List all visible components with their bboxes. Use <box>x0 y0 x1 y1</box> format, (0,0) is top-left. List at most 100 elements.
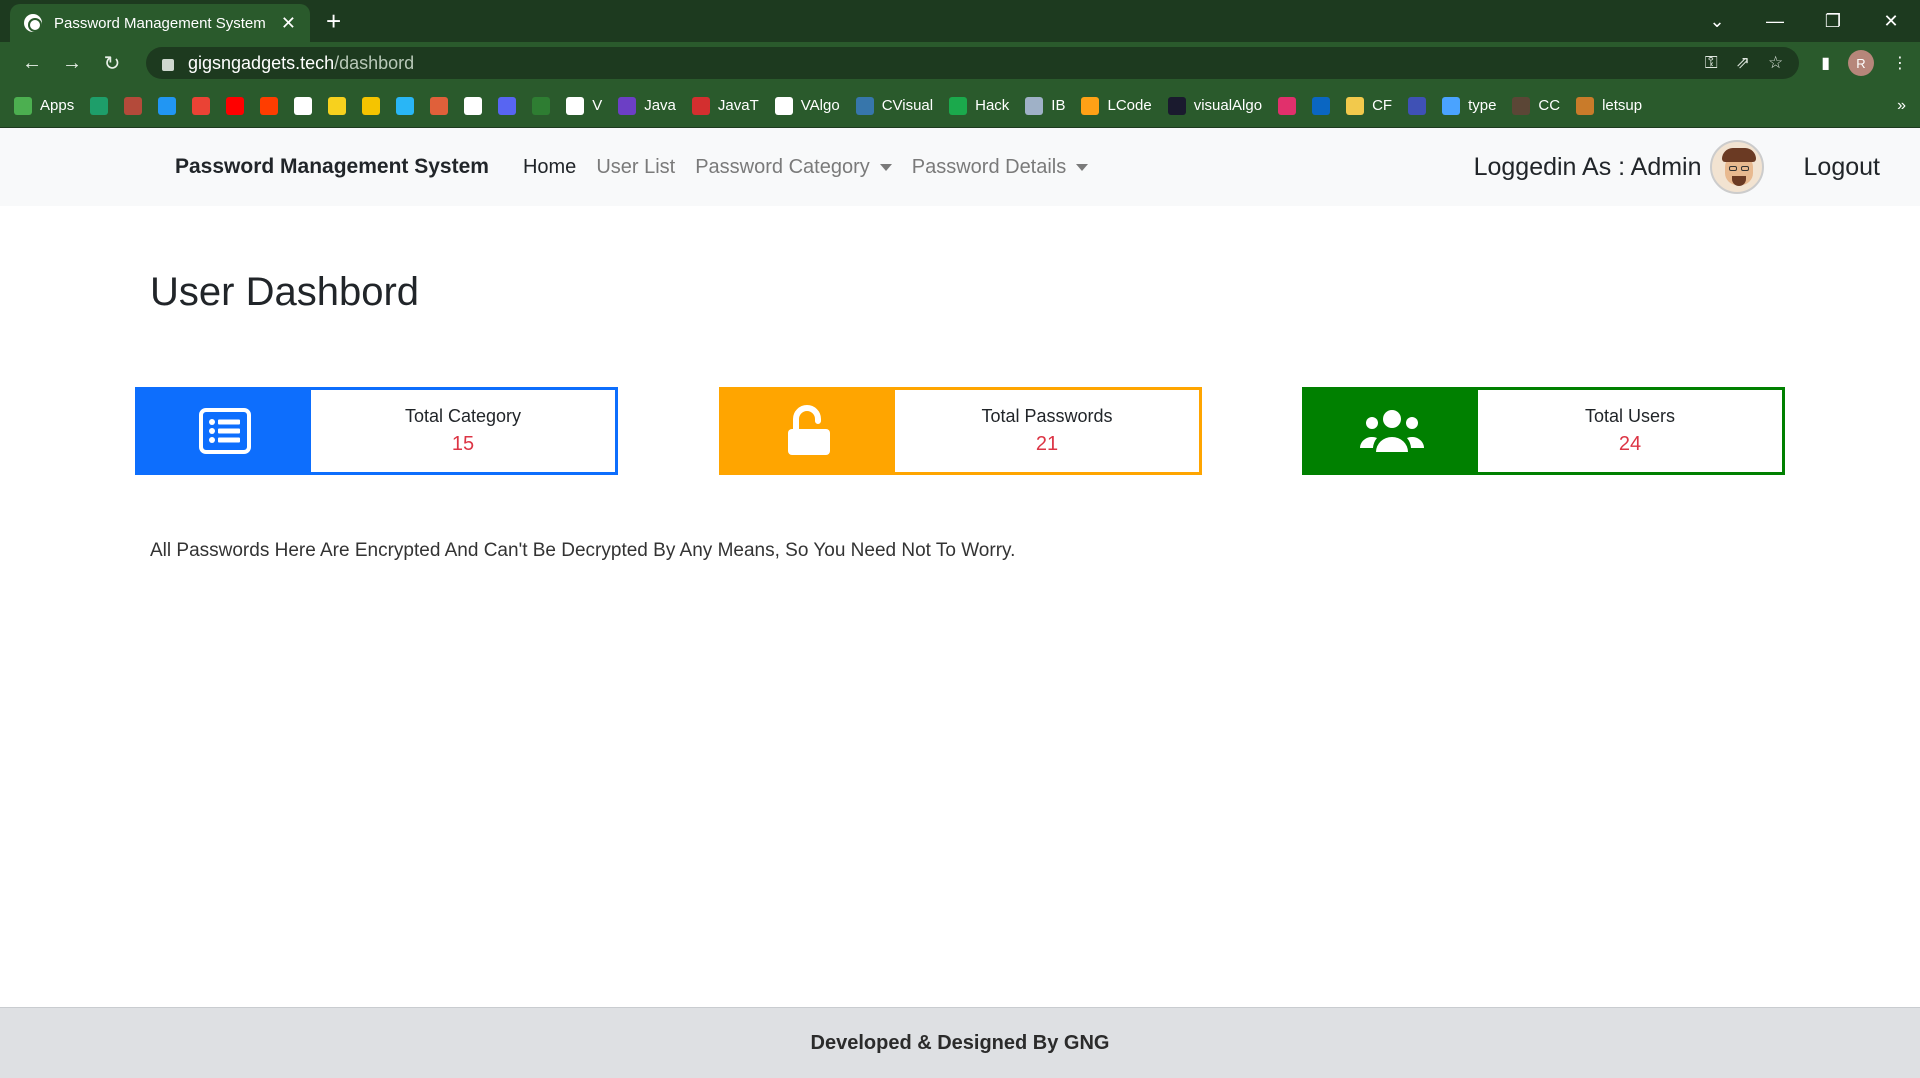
bookmark-item[interactable] <box>294 96 313 115</box>
bookmark-item[interactable]: Hack <box>949 96 1009 115</box>
bookmark-icon <box>294 96 313 115</box>
bookmark-icon <box>498 96 517 115</box>
bookmark-item[interactable]: CF <box>1346 96 1393 115</box>
bookmark-icon <box>260 96 279 115</box>
url-host: gigsngadgets.tech <box>188 52 335 73</box>
bookmark-item[interactable]: letsup <box>1576 96 1642 115</box>
close-tab-icon[interactable]: ✕ <box>281 13 296 34</box>
bookmark-item[interactable]: Apps <box>14 96 74 115</box>
logged-in-label: Loggedin As : Admin <box>1473 152 1702 181</box>
bookmark-item[interactable]: CVisual <box>855 96 934 115</box>
bookmark-item[interactable] <box>430 96 449 115</box>
side-panel-icon[interactable]: ▮ <box>1821 53 1830 73</box>
bookmark-item[interactable] <box>1312 96 1331 115</box>
bookmark-item[interactable] <box>226 96 245 115</box>
address-bar[interactable]: gigsngadgets.tech/dashbord ⚿ ⇗ ☆ <box>146 47 1800 79</box>
logout-link[interactable]: Logout <box>1804 153 1880 182</box>
star-icon[interactable]: ☆ <box>1768 53 1783 73</box>
profile-avatar[interactable]: R <box>1848 50 1874 76</box>
bookmark-icon <box>566 96 585 115</box>
bookmark-item[interactable] <box>1408 96 1427 115</box>
bookmark-item[interactable] <box>362 96 381 115</box>
minimize-button[interactable]: — <box>1746 11 1804 32</box>
card-label: Total Passwords <box>981 406 1113 426</box>
bookmark-item[interactable]: JavaT <box>691 96 759 115</box>
window-controls: ⌄ — ❐ ✕ <box>1688 0 1920 42</box>
bookmark-item[interactable] <box>192 96 211 115</box>
card-value: 24 <box>1618 433 1642 455</box>
bookmark-item[interactable] <box>396 96 415 115</box>
encryption-note: All Passwords Here Are Encrypted And Can… <box>150 540 1016 561</box>
bookmark-label: LCode <box>1107 97 1152 114</box>
menu-icon[interactable]: ⋮ <box>1892 53 1908 73</box>
bookmarks-bar: Apps V Java JavaT VAlgo CVisual Hack IB LCode vis… <box>0 84 1920 128</box>
bookmark-item[interactable]: LCode <box>1081 96 1152 115</box>
reload-button[interactable]: ↻ <box>92 51 132 76</box>
bookmark-item[interactable] <box>328 96 347 115</box>
bookmark-label: CVisual <box>881 97 934 114</box>
bookmark-item[interactable]: IB <box>1025 96 1065 115</box>
total-category-card: Total Category 15 <box>135 387 618 475</box>
bookmark-label: CF <box>1372 97 1393 114</box>
chevron-down-icon <box>1076 163 1089 171</box>
bookmark-item[interactable] <box>260 96 279 115</box>
bookmark-icon <box>1312 96 1331 115</box>
bookmark-item[interactable] <box>532 96 551 115</box>
brand-link[interactable]: Password Management System <box>175 155 489 179</box>
card-label: Total Users <box>1584 406 1676 426</box>
bookmark-item[interactable]: V <box>566 96 602 115</box>
forward-button[interactable]: → <box>52 52 92 75</box>
nav-home[interactable]: Home <box>523 156 576 179</box>
lock-icon <box>162 59 174 71</box>
avatar[interactable] <box>1709 140 1764 194</box>
bookmark-item[interactable]: Java <box>618 96 676 115</box>
bookmark-item[interactable] <box>90 96 109 115</box>
bookmark-item[interactable] <box>498 96 517 115</box>
card-icon-box <box>722 390 895 472</box>
bookmark-item[interactable]: type <box>1442 96 1497 115</box>
card-icon-box <box>1305 390 1478 472</box>
card-icon-box <box>138 390 311 472</box>
share-icon[interactable]: ⇗ <box>1736 53 1750 73</box>
bookmark-icon <box>226 96 245 115</box>
bookmark-item[interactable]: CC <box>1512 96 1561 115</box>
footer-text: Developed & Designed By GNG <box>810 1031 1110 1054</box>
bookmark-icon <box>158 96 177 115</box>
bookmarks-overflow-button[interactable]: » <box>1897 97 1906 115</box>
browser-tab[interactable]: Password Management System ✕ <box>10 4 310 42</box>
nav-user-list[interactable]: User List <box>596 156 675 179</box>
bookmark-label: type <box>1468 97 1497 114</box>
bookmark-item[interactable]: VAlgo <box>774 96 840 115</box>
browser-tab-bar: Password Management System ✕ + ⌄ — ❐ ✕ <box>0 0 1920 42</box>
bookmark-icon <box>1278 96 1297 115</box>
bookmark-item[interactable] <box>124 96 143 115</box>
back-button[interactable]: ← <box>12 52 52 75</box>
bookmark-item[interactable] <box>1278 96 1297 115</box>
bookmark-icon <box>1408 96 1427 115</box>
stat-cards: Total Category 15 Total Passwords 21 Tot… <box>135 387 1785 475</box>
bookmark-item[interactable]: visualAlgo <box>1167 96 1262 115</box>
key-icon[interactable]: ⚿ <box>1705 53 1718 73</box>
bookmark-icon <box>532 96 551 115</box>
close-window-button[interactable]: ✕ <box>1862 11 1920 32</box>
site-navbar: Password Management System Home User Lis… <box>0 128 1920 206</box>
bookmark-icon <box>192 96 211 115</box>
new-tab-button[interactable]: + <box>326 6 341 37</box>
bookmark-icon <box>124 96 143 115</box>
bookmark-label: CC <box>1538 97 1561 114</box>
users-icon <box>1359 410 1424 452</box>
nav-password-category[interactable]: Password Category <box>695 156 892 179</box>
nav-password-details[interactable]: Password Details <box>912 156 1089 179</box>
bookmark-item[interactable] <box>158 96 177 115</box>
bookmark-label: Java <box>644 97 676 114</box>
tab-search-icon[interactable]: ⌄ <box>1688 11 1746 32</box>
bookmark-icon <box>1081 96 1100 115</box>
bookmark-icon <box>855 96 874 115</box>
bookmark-item[interactable] <box>464 96 483 115</box>
globe-icon <box>24 14 42 32</box>
nav-password-details-label: Password Details <box>911 155 1067 178</box>
url-path: /dashbord <box>334 52 415 73</box>
restore-button[interactable]: ❐ <box>1804 11 1862 32</box>
card-value: 15 <box>451 433 475 455</box>
bookmark-icon <box>618 96 637 115</box>
